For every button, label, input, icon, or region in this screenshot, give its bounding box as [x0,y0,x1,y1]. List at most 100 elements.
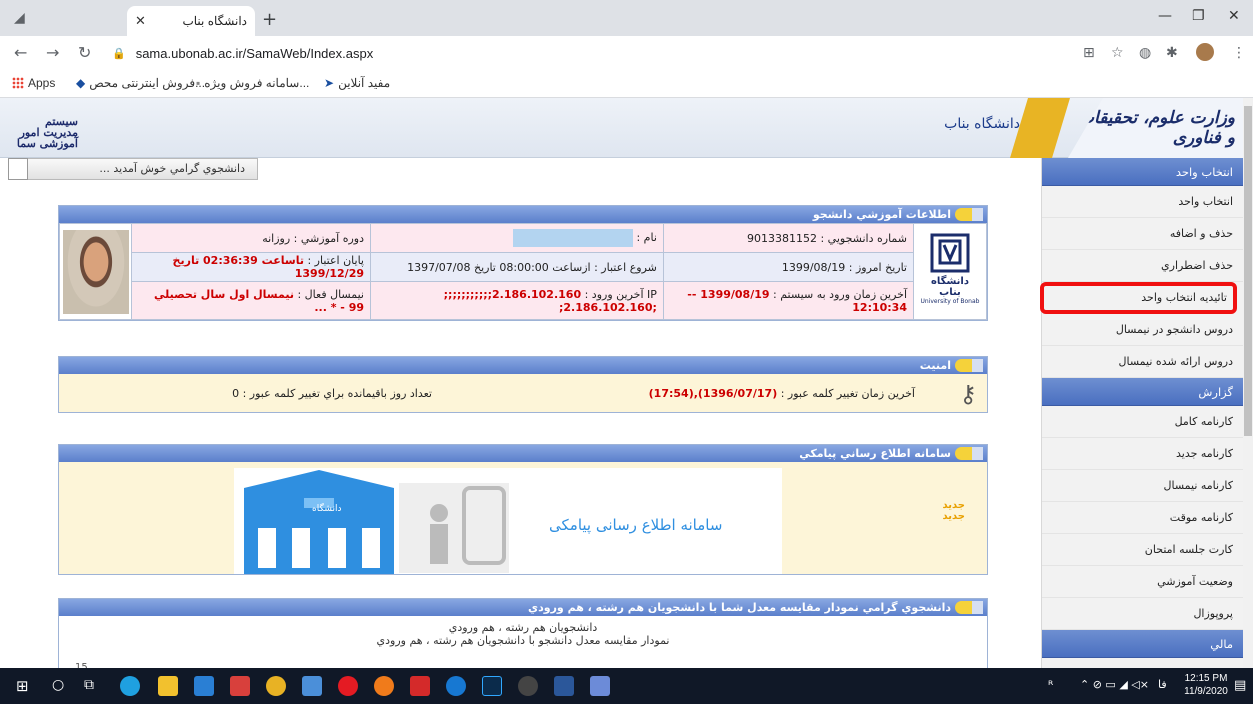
sidebar-item-offered-courses[interactable]: دروس ارائه شده نيمسال [1042,346,1243,378]
bookmark-online-shop[interactable]: ◆ فروش اینترنتی محص... [76,76,205,90]
bookmark-mofid[interactable]: ➤ مفید آنلاین [324,76,390,90]
photoshop-icon[interactable] [482,676,502,696]
header-bullet-icon [955,359,983,372]
panel-header: دانشجوي گرامي نمودار مقايسه معدل شما با … [59,599,987,616]
panel-header: سامانه اطلاع رساني پيامکي [59,445,987,462]
clock[interactable]: 12:15 PM 11/9/2020 [1180,672,1232,698]
windows-taskbar: ⊞ ○ ⧉ ᴿ ⌃ ⊘ ▭ ◢ ◁× فا 12:15 PM 11/9/2020… [0,668,1253,704]
sidebar-item-term-transcript[interactable]: کارنامه نيمسال [1042,470,1243,502]
sidebar-item-proposal[interactable]: پروپوزال [1042,598,1243,630]
student-photo [63,229,129,314]
course-value: روزانه [262,231,291,245]
security-panel: امنيت ⚷ آخرين زمان تغيير کلمه عبور : (13… [58,356,988,413]
restore-icon[interactable]: ❐ [1192,8,1205,24]
new-badge: جديد جديد [942,500,965,522]
forward-icon[interactable]: → [46,43,59,62]
sidebar-item-add-drop[interactable]: حذف و اضافه [1042,218,1243,250]
back-icon[interactable]: ← [14,43,27,62]
url-text: sama.ubonab.ac.ir/SamaWeb/Index.aspx [135,45,374,61]
extensions-puzzle-icon[interactable]: ✱ [1166,45,1178,61]
edge-icon[interactable] [120,676,140,696]
days-left-value: 0 [232,386,240,400]
tray-people-icon[interactable]: ᴿ [1048,678,1053,692]
bookmark-star-icon[interactable]: ☆ [1111,45,1124,61]
notifications-icon[interactable]: ▤ [1234,678,1246,693]
mail-icon[interactable] [194,676,214,696]
sidebar-section-unit-selection[interactable]: انتخاب واحد [1042,158,1243,186]
sidebar-section-reports[interactable]: گزارش [1042,378,1243,406]
firefox-icon[interactable] [374,676,394,696]
new-tab-icon[interactable]: + [262,9,277,30]
name-redacted [512,229,633,247]
today-value: 1399/08/19 [781,260,846,274]
url-input[interactable]: 🔒 sama.ubonab.ac.ir/SamaWeb/Index.aspx [112,40,992,66]
sidebar-section-finance[interactable]: مالي [1042,630,1243,658]
extension-globe-icon[interactable]: ◍ [1139,45,1151,61]
active-term-cell: نيمسال فعال : نيمسال اول سال تحصيلي 99 -… [131,281,371,320]
days-left-info: تعداد روز باقيمانده براي تغيير کلمه عبور… [232,386,432,400]
panel-header: اطلاعات آموزشي دانشجو [59,206,987,223]
validity-start-cell: شروع اعتبار : ازساعت 08:00:00 تاريخ 1397… [370,252,664,282]
tray-icons[interactable]: ⌃ ⊘ ▭ ◢ ◁× [1080,678,1149,691]
search-icon[interactable]: ○ [52,677,64,693]
today-cell: تاريخ امروز : 1399/08/19 [662,252,915,282]
lock-icon: 🔒 [112,47,126,60]
app-paint-icon[interactable] [302,676,322,696]
header-bullet-icon [955,208,983,221]
building-label: دانشگاه [312,504,342,514]
sidebar-item-student-courses[interactable]: دروس دانشجو در نيمسال [1042,314,1243,346]
chrome-icon[interactable] [266,676,286,696]
scrollbar-thumb[interactable] [1244,106,1252,436]
app-disc-icon[interactable] [518,676,538,696]
windows-start-icon[interactable]: ⊞ [16,677,29,695]
app-network-icon[interactable] [590,676,610,696]
task-view-icon[interactable]: ⧉ [84,677,94,693]
header-bullet-icon [955,447,983,460]
sidebar-item-education-status[interactable]: وضعيت آموزشي [1042,566,1243,598]
sidebar-item-unit-selection[interactable]: انتخاب واحد [1042,186,1243,218]
sidebar-item-exam-card[interactable]: کارت جلسه امتحان [1042,534,1243,566]
password-change-info: آخرين زمان تغيير کلمه عبور : (1396/07/17… [648,386,915,400]
sidebar-item-emergency-drop[interactable]: حذف اضطراري [1042,250,1243,282]
panel-header: امنيت [59,357,987,374]
sms-image-caption: سامانه اطلاع رسانی پیامکی [549,516,723,534]
welcome-tab: دانشجوي گرامي خوش آمديد ... [8,158,258,180]
sms-body: جديد جديد سامانه اطلاع رسانی پیامکی دانش… [59,462,987,574]
university-name: دانشگاه بناب [944,116,1020,132]
validity-start-value: ازساعت 08:00:00 تاريخ 1397/07/08 [407,260,591,274]
media-player-icon[interactable] [230,676,250,696]
app-red-icon[interactable] [410,676,430,696]
web-page: سیستم مدیریت امور آموزشی سما دانشگاه بنا… [0,98,1253,668]
sidebar-item-temp-transcript[interactable]: کارنامه موقت [1042,502,1243,534]
validity-end-cell: پايان اعتبار : تاساعت 02:36:39 تاريخ 139… [131,252,371,282]
sidebar-item-full-transcript[interactable]: کارنامه کامل [1042,406,1243,438]
sidebar-menu: انتخاب واحد انتخاب واحد حذف و اضافه حذف … [1040,158,1243,668]
opera-icon[interactable] [338,676,358,696]
word-icon[interactable] [554,676,574,696]
sms-panel: سامانه اطلاع رساني پيامکي جديد جديد ساما… [58,444,988,575]
menu-dots-icon[interactable]: ⋮ [1232,45,1246,61]
translate-icon[interactable]: ⊞ [1083,45,1095,61]
bookmark-apps[interactable]: Apps [12,76,55,90]
course-cell: دوره آموزشي : روزانه [131,223,371,253]
browser-tab[interactable]: دانشگاه بناب ✕ [127,6,255,36]
reload-icon[interactable]: ↻ [78,43,91,62]
internet-explorer-icon[interactable] [446,676,466,696]
page-scrollbar[interactable] [1243,98,1253,668]
bookmark-arrow-icon: ◆ [76,76,86,90]
sms-banner-image[interactable]: سامانه اطلاع رسانی پیامکی دانشگاه [234,468,782,574]
system-name: سیستم مدیریت امور آموزشی سما [16,115,78,150]
minimize-icon[interactable]: — [1158,8,1172,24]
close-tab-icon[interactable]: ✕ [135,13,146,29]
site-banner: سیستم مدیریت امور آموزشی سما دانشگاه بنا… [0,98,1243,158]
name-cell: نام : [370,223,664,253]
profile-avatar[interactable] [1196,43,1214,61]
file-explorer-icon[interactable] [158,676,178,696]
last-login-cell: آخرين زمان ورود به سيستم : 1399/08/19 --… [662,281,915,320]
key-icon: ⚷ [959,380,977,408]
sidebar-item-unit-confirmation[interactable]: تائيديه انتخاب واحد [1040,282,1237,314]
language-indicator[interactable]: فا [1158,678,1167,691]
sidebar-item-new-transcript[interactable]: کارنامه جديد [1042,438,1243,470]
bookmark-special-sale[interactable]: ▪ سامانه فروش ویژه... [196,76,309,90]
close-window-icon[interactable]: ✕ [1228,8,1240,24]
